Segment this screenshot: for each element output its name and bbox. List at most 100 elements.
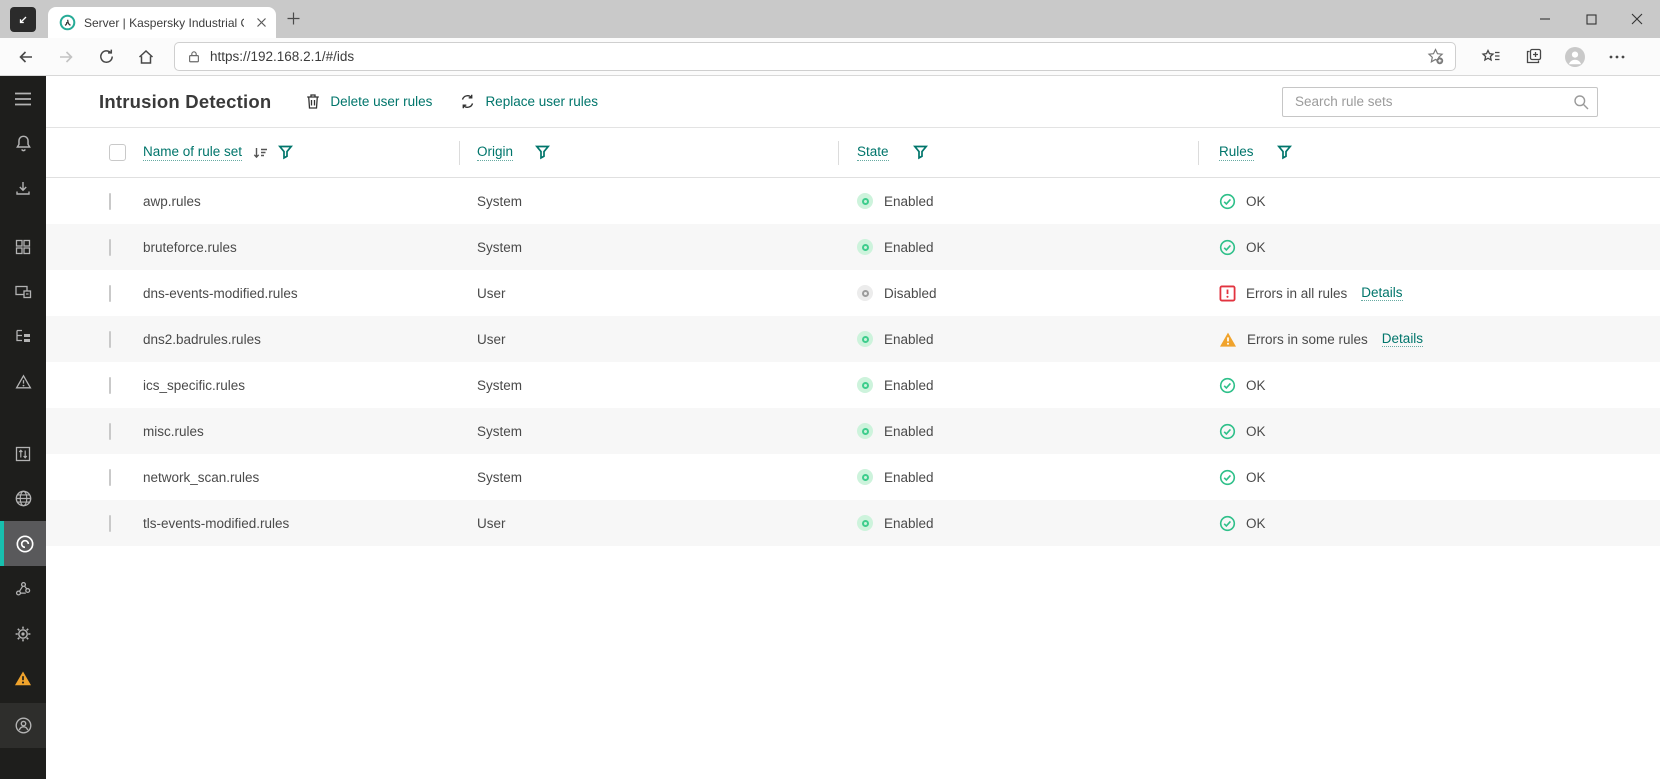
maximize-button[interactable] [1568, 0, 1614, 38]
tab-close-icon[interactable] [256, 17, 267, 28]
ok-icon [1219, 469, 1236, 486]
events-tree-icon[interactable] [0, 314, 46, 359]
rule-origin: User [477, 286, 506, 301]
refresh-button[interactable] [86, 40, 126, 74]
close-window-button[interactable] [1614, 0, 1660, 38]
back-button[interactable] [6, 40, 46, 74]
dashboard-icon[interactable] [0, 224, 46, 269]
delete-user-rules-label: Delete user rules [330, 94, 432, 109]
tab-actions-button[interactable] [10, 7, 36, 32]
table-row[interactable]: misc.rules System Enabled OK [46, 408, 1660, 454]
row-checkbox[interactable] [109, 423, 111, 440]
rule-name: network_scan.rules [143, 470, 259, 485]
row-checkbox[interactable] [109, 239, 111, 256]
state-badge [857, 377, 873, 393]
table-row[interactable]: dns2.badrules.rules User Enabled Errors … [46, 316, 1660, 362]
favorites-icon[interactable] [1470, 40, 1512, 74]
account-icon[interactable] [0, 703, 46, 748]
state-badge [857, 193, 873, 209]
trash-icon [305, 93, 321, 110]
rule-name: awp.rules [143, 194, 201, 209]
column-state[interactable]: State [857, 144, 889, 161]
network-icon[interactable] [0, 476, 46, 521]
add-favorite-icon[interactable] [1426, 47, 1445, 66]
warning-icon [1219, 331, 1237, 348]
state-label: Enabled [884, 378, 934, 393]
menu-icon[interactable] [0, 76, 46, 121]
state-label: Enabled [884, 470, 934, 485]
row-checkbox[interactable] [109, 331, 111, 348]
intrusion-detection-icon[interactable] [0, 521, 46, 566]
search-input[interactable] [1282, 87, 1598, 117]
state-badge [857, 331, 873, 347]
filter-origin-icon[interactable] [535, 145, 550, 160]
state-label: Enabled [884, 332, 934, 347]
table-row[interactable]: awp.rules System Enabled OK [46, 178, 1660, 224]
assets-icon[interactable] [0, 269, 46, 314]
details-link[interactable]: Details [1382, 331, 1423, 347]
notifications-icon[interactable] [0, 121, 46, 166]
search-icon[interactable] [1573, 94, 1589, 115]
replace-user-rules-button[interactable]: Replace user rules [459, 93, 598, 110]
filter-state-icon[interactable] [913, 145, 928, 160]
details-link[interactable]: Details [1361, 285, 1402, 301]
topology-icon[interactable] [0, 566, 46, 611]
row-checkbox[interactable] [109, 377, 111, 394]
rules-label: OK [1246, 194, 1266, 209]
column-rules[interactable]: Rules [1219, 144, 1254, 161]
profile-avatar[interactable] [1554, 40, 1596, 74]
alerts-icon[interactable] [0, 359, 46, 404]
downloads-icon[interactable] [0, 166, 46, 211]
rule-origin: System [477, 424, 522, 439]
page-title: Intrusion Detection [99, 91, 271, 113]
more-menu-icon[interactable] [1596, 40, 1638, 74]
state-label: Enabled [884, 240, 934, 255]
table-row[interactable]: tls-events-modified.rules User Enabled O… [46, 500, 1660, 546]
table-row[interactable]: bruteforce.rules System Enabled OK [46, 224, 1660, 270]
minimize-button[interactable] [1522, 0, 1568, 38]
table-row[interactable]: ics_specific.rules System Enabled OK [46, 362, 1660, 408]
forward-button[interactable] [46, 40, 86, 74]
rule-name: dns2.badrules.rules [143, 332, 261, 347]
collections-icon[interactable] [1512, 40, 1554, 74]
sidebar [0, 76, 46, 779]
browser-tab[interactable]: Server | Kaspersky Industrial Cyb [48, 7, 276, 38]
page-header: Intrusion Detection Delete user rules Re… [46, 76, 1660, 128]
state-badge [857, 285, 873, 301]
row-checkbox[interactable] [109, 285, 111, 302]
tab-title: Server | Kaspersky Industrial Cyb [84, 16, 244, 30]
home-button[interactable] [126, 40, 166, 74]
error-icon [1219, 285, 1236, 302]
delete-user-rules-button[interactable]: Delete user rules [305, 93, 432, 110]
rules-label: OK [1246, 378, 1266, 393]
new-tab-button[interactable] [286, 11, 301, 26]
row-checkbox[interactable] [109, 193, 111, 210]
ok-icon [1219, 193, 1236, 210]
state-label: Enabled [884, 516, 934, 531]
row-checkbox[interactable] [109, 515, 111, 532]
rule-origin: System [477, 378, 522, 393]
rule-origin: User [477, 516, 506, 531]
state-badge [857, 423, 873, 439]
table-row[interactable]: dns-events-modified.rules User Disabled … [46, 270, 1660, 316]
rule-name: misc.rules [143, 424, 204, 439]
sort-descending-icon[interactable] [252, 145, 268, 161]
traffic-control-icon[interactable] [0, 431, 46, 476]
table-body: awp.rules System Enabled OK bruteforce.r… [46, 178, 1660, 546]
address-bar[interactable]: https://192.168.2.1/#/ids [174, 42, 1456, 71]
ok-icon [1219, 423, 1236, 440]
column-name-of-rule-set[interactable]: Name of rule set [143, 144, 242, 161]
column-origin[interactable]: Origin [477, 144, 513, 161]
row-checkbox[interactable] [109, 469, 111, 486]
ok-icon [1219, 377, 1236, 394]
filter-rules-icon[interactable] [1277, 145, 1292, 160]
settings-gear-icon[interactable] [0, 611, 46, 656]
select-all-checkbox[interactable] [109, 144, 126, 161]
table-row[interactable]: network_scan.rules System Enabled OK [46, 454, 1660, 500]
state-badge [857, 515, 873, 531]
rule-name: bruteforce.rules [143, 240, 237, 255]
system-issues-warning-icon[interactable] [0, 656, 46, 701]
rule-origin: User [477, 332, 506, 347]
filter-name-icon[interactable] [278, 145, 293, 160]
state-badge [857, 469, 873, 485]
